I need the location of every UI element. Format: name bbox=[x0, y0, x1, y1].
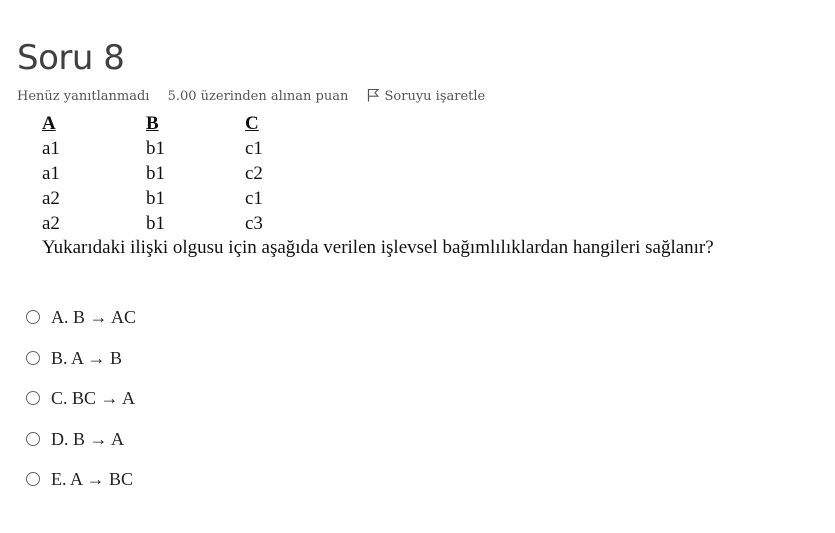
relation-cell: a2 bbox=[42, 212, 60, 234]
relation-cell: b1 bbox=[146, 187, 165, 209]
relation-cell: c3 bbox=[245, 212, 263, 234]
answer-option-label: B. A → B bbox=[51, 347, 123, 368]
relation-header-row: A B C bbox=[42, 112, 285, 136]
question-grade: 5.00 üzerinden alınan puan bbox=[167, 89, 349, 104]
relation-cell: a1 bbox=[42, 137, 60, 159]
answer-option-label: C. BC → A bbox=[51, 388, 136, 408]
question-title: Soru 8 bbox=[17, 38, 125, 78]
answer-option-a[interactable]: A. B → AC bbox=[26, 306, 136, 347]
answer-options: A. B → AC B. A → B C. BC → A D. B → A E.… bbox=[26, 306, 136, 509]
relation-table: A B C a1 b1 c1 a1 b1 c2 a2 b1 c1 a2 b1 c… bbox=[42, 112, 285, 236]
answer-option-c[interactable]: C. BC → A bbox=[26, 387, 136, 428]
relation-cell: b1 bbox=[146, 137, 165, 159]
relation-row: a1 b1 c1 bbox=[42, 136, 285, 161]
radio-button-icon[interactable] bbox=[26, 350, 40, 365]
relation-cell: b1 bbox=[146, 212, 165, 234]
relation-header: B bbox=[146, 113, 159, 134]
relation-cell: b1 bbox=[146, 162, 165, 184]
question-text: Yukarıdaki ilişki olgusu için aşağıda ve… bbox=[42, 237, 714, 258]
relation-row: a1 b1 c2 bbox=[42, 161, 285, 186]
question-status: Henüz yanıtlanmadı bbox=[17, 89, 150, 104]
relation-row: a2 b1 c1 bbox=[42, 186, 285, 211]
radio-button-icon[interactable] bbox=[26, 472, 40, 486]
answer-option-label: D. B → A bbox=[51, 428, 125, 449]
answer-option-d[interactable]: D. B → A bbox=[26, 428, 136, 469]
relation-cell: a2 bbox=[42, 187, 60, 209]
relation-header: A bbox=[42, 113, 56, 134]
answer-option-label: E. A → BC bbox=[51, 469, 134, 489]
answer-option-b[interactable]: B. A → B bbox=[26, 347, 136, 388]
answer-option-label: A. B → AC bbox=[51, 307, 137, 327]
relation-cell: c1 bbox=[245, 187, 263, 209]
relation-header: C bbox=[245, 113, 259, 134]
relation-cell: c1 bbox=[245, 137, 263, 159]
flag-question-link[interactable]: Soruyu işaretle bbox=[367, 88, 500, 104]
flag-question-label: Soruyu işaretle bbox=[384, 89, 486, 104]
question-info: Henüz yanıtlanmadı 5.00 üzerinden alınan… bbox=[17, 88, 513, 106]
radio-button-icon[interactable] bbox=[26, 310, 40, 324]
relation-cell: a1 bbox=[42, 162, 60, 184]
relation-cell: c2 bbox=[245, 162, 263, 184]
relation-row: a2 b1 c3 bbox=[42, 211, 285, 236]
answer-option-e[interactable]: E. A → BC bbox=[26, 468, 136, 509]
radio-button-icon[interactable] bbox=[26, 431, 40, 446]
flag-icon bbox=[367, 88, 379, 102]
radio-button-icon[interactable] bbox=[26, 391, 40, 405]
